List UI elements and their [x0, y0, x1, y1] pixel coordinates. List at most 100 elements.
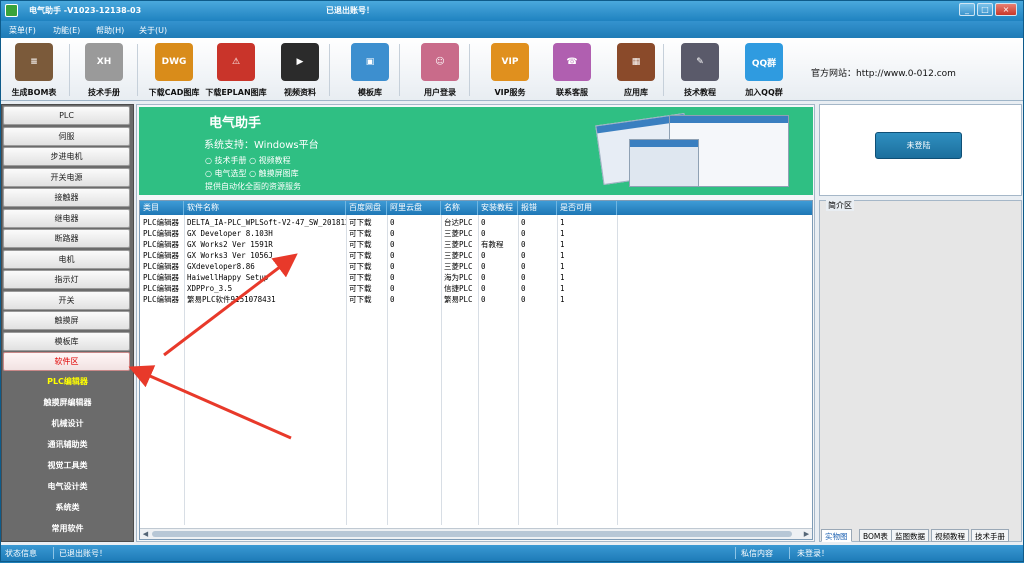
menu-help[interactable]: 帮助(H) [96, 25, 124, 36]
intro-tab[interactable]: 监图数据 [891, 529, 929, 542]
toolbar-button-label: 视频资料 [284, 88, 316, 97]
subcategory-item[interactable]: 触摸屏编辑器 [2, 392, 133, 413]
category-item[interactable]: 软件区 [3, 352, 130, 371]
minimize-button[interactable]: _ [959, 3, 975, 16]
category-item[interactable]: 伺服 [3, 126, 130, 146]
table-cell: 0 [521, 229, 526, 238]
close-button[interactable]: × [995, 3, 1017, 16]
apps-icon: ▦ [617, 43, 655, 81]
table-cell: HaiwellHappy Setup [187, 273, 269, 282]
category-item[interactable]: 电机 [3, 249, 130, 269]
table-cell: 信捷PLC [444, 284, 473, 293]
category-sidebar: PLC 伺服 步进电机 开关电源 接触器 继电器 断路器 电机 指示灯 开关 触摸屏 模板库 软件区 PL… [1, 104, 134, 542]
category-item[interactable]: 模板库 [3, 331, 130, 351]
category-item[interactable]: 开关 [3, 290, 130, 310]
table-cell: 可下载 [349, 273, 372, 282]
table-cell: 1 [560, 273, 565, 282]
user-icon: ☺ [421, 43, 459, 81]
status-value: 已退出账号！ [59, 549, 107, 558]
table-cell: 1 [560, 284, 565, 293]
toolbar-button-5[interactable]: ▶ 视频资料 [269, 41, 331, 99]
template-icon: ▣ [351, 43, 389, 81]
subcategory-item[interactable]: PLC编辑器 [2, 371, 133, 392]
horizontal-scrollbar[interactable]: ◀ ▶ [140, 528, 812, 539]
column-header[interactable]: 报错 [518, 201, 557, 215]
toolbar-button-label: 应用库 [624, 88, 648, 97]
category-item[interactable]: 断路器 [3, 229, 130, 248]
toolbar-button-11[interactable]: ✎ 技术教程 [669, 41, 731, 99]
status-bar: 状态信息 已退出账号！ 私信内容 未登录！ [1, 545, 1023, 561]
login-button[interactable]: 未登陆 [875, 132, 962, 159]
menu-function[interactable]: 功能(E) [53, 25, 80, 36]
table-cell: XDPPro_3.5 [187, 284, 233, 293]
intro-tab[interactable]: BOM表 [859, 529, 892, 542]
intro-tab[interactable]: 技术手册 [971, 529, 1009, 542]
scrollbar-thumb[interactable] [152, 531, 792, 537]
scroll-left-icon[interactable]: ◀ [140, 529, 151, 539]
toolbar-button-1[interactable]: ≡ 生成BOM表 [3, 41, 65, 99]
scroll-right-icon[interactable]: ▶ [801, 529, 812, 539]
column-header[interactable]: 名称 [441, 201, 478, 215]
table-row[interactable]: PLC编辑器 繁易PLC软件9151078431 可下载 0 繁易PLC 0 0 1 [140, 294, 812, 305]
tutorial-icon: ✎ [681, 43, 719, 81]
column-header[interactable]: 百度网盘 [346, 201, 387, 215]
toolbar-button-2[interactable]: XH 技术手册 [73, 41, 135, 99]
category-item[interactable]: 开关电源 [3, 167, 130, 187]
banner-tagline: 提供自动化全面的资源服务 [205, 182, 301, 191]
intro-label: 简介区 [826, 200, 854, 211]
table-row[interactable]: PLC编辑器 GX Works2 Ver 1591R 可下载 0 三菱PLC 有教程 0 1 [140, 239, 812, 250]
table-cell: 0 [521, 262, 526, 271]
menu-about[interactable]: 关于(U) [139, 25, 167, 36]
category-item[interactable]: 触摸屏 [3, 311, 130, 330]
subcategory-item[interactable]: 电气设计类 [2, 476, 133, 497]
column-header[interactable]: 阿里云盘 [387, 201, 441, 215]
table-cell: 台达PLC [444, 218, 473, 227]
table-cell: 可下载 [349, 295, 372, 304]
toolbar-button-label: 下载CAD图库 [148, 88, 200, 97]
table-row[interactable]: PLC编辑器 HaiwellHappy Setup 可下载 0 海为PLC 0 0 1 [140, 272, 812, 283]
column-header[interactable]: 软件名称 [184, 201, 346, 215]
table-cell: 三菱PLC [444, 240, 473, 249]
category-item[interactable]: 继电器 [3, 208, 130, 228]
subcategory-item[interactable]: 通讯辅助类 [2, 434, 133, 455]
toolbar-button-10[interactable]: ▦ 应用库 [605, 41, 667, 99]
column-header[interactable]: 类目 [140, 201, 184, 215]
vip-icon: VIP [491, 43, 529, 81]
toolbar-button-4[interactable]: ⚠ 下载EPLAN图库 [205, 41, 267, 99]
table-row[interactable]: PLC编辑器 GX Works3 Ver 1056J 可下载 0 三菱PLC 0 0 1 [140, 250, 812, 261]
category-item[interactable]: 步进电机 [3, 147, 130, 166]
toolbar-button-3[interactable]: DWG 下载CAD图库 [143, 41, 205, 99]
table-cell: 0 [390, 284, 395, 293]
table-row[interactable]: PLC编辑器 GXdeveloper8.86 可下载 0 三菱PLC 0 0 1 [140, 261, 812, 272]
table-row[interactable]: PLC编辑器 GX Developer 8.103H 可下载 0 三菱PLC 0 0 1 [140, 228, 812, 239]
subcategory-item[interactable]: 系统类 [2, 497, 133, 518]
subcategory-item[interactable]: 机械设计 [2, 413, 133, 434]
table-cell: 三菱PLC [444, 229, 473, 238]
toolbar-button-6[interactable]: ▣ 模板库 [339, 41, 401, 99]
column-header[interactable]: 安装教程 [478, 201, 518, 215]
table-row[interactable]: PLC编辑器 DELTA_IA-PLC_WPLSoft-V2-47_SW_2018… [140, 217, 812, 228]
table-row[interactable]: PLC编辑器 XDPPro_3.5 可下载 0 信捷PLC 0 0 1 [140, 283, 812, 294]
subcategory-item[interactable]: 视觉工具类 [2, 455, 133, 476]
toolbar-button-label: 生成BOM表 [11, 88, 57, 97]
subcategory-item[interactable]: 常用软件 [2, 518, 133, 539]
table-cell: DELTA_IA-PLC_WPLSoft-V2-47_SW_20181206 [187, 218, 346, 227]
menu-file[interactable]: 菜单(F) [9, 25, 36, 36]
toolbar-button-8[interactable]: VIP VIP服务 [479, 41, 541, 99]
column-header[interactable]: 是否可用 [557, 201, 617, 215]
table-cell: 繁易PLC [444, 295, 473, 304]
category-item[interactable]: 指示灯 [3, 270, 130, 289]
app-window: 电气助手 -V1023-12138-03 已退出账号！ _ □ × 菜单(F) … [0, 0, 1024, 562]
table-cell: 0 [521, 273, 526, 282]
intro-tab[interactable]: 实物图 [821, 529, 852, 542]
intro-tab[interactable]: 视频教程 [931, 529, 969, 542]
category-item[interactable]: 接触器 [3, 188, 130, 207]
table-cell: PLC编辑器 [143, 262, 180, 271]
toolbar-button-7[interactable]: ☺ 用户登录 [409, 41, 471, 99]
status-label: 状态信息 [5, 549, 37, 558]
toolbar-button-9[interactable]: ☎ 联系客服 [541, 41, 603, 99]
category-item[interactable]: PLC [3, 106, 130, 125]
table-cell: 0 [481, 295, 486, 304]
maximize-button[interactable]: □ [977, 3, 993, 16]
toolbar-button-12[interactable]: QQ群 加入QQ群 [733, 41, 795, 99]
